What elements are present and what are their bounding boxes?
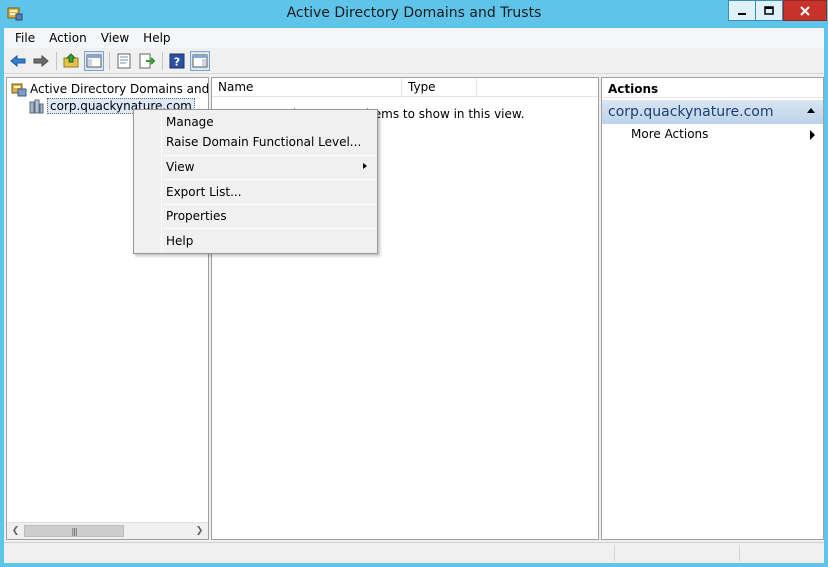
menu-action[interactable]: Action bbox=[42, 28, 94, 48]
context-menu-export-list[interactable]: Export List... bbox=[166, 182, 242, 202]
help-button[interactable]: ? bbox=[167, 51, 187, 71]
help-icon: ? bbox=[169, 53, 185, 68]
context-menu-raise-domain-functional-level[interactable]: Raise Domain Functional Level... bbox=[166, 132, 361, 152]
status-segment bbox=[614, 545, 739, 562]
menu-view[interactable]: View bbox=[94, 28, 136, 48]
close-button[interactable] bbox=[783, 0, 827, 21]
scroll-left-icon[interactable]: ❮ bbox=[7, 523, 24, 539]
show-hide-action-pane-button[interactable] bbox=[190, 50, 210, 71]
tree-root-label: Active Directory Domains and Trust bbox=[30, 82, 209, 96]
toolbar-separator bbox=[162, 51, 163, 70]
context-menu-help[interactable]: Help bbox=[166, 231, 193, 251]
toolbar-separator bbox=[109, 51, 110, 70]
list-header: Name Type bbox=[212, 78, 598, 97]
minimize-button[interactable] bbox=[728, 0, 756, 21]
context-menu-separator bbox=[164, 179, 375, 180]
collapse-arrow-icon[interactable] bbox=[807, 108, 815, 113]
menu-file[interactable]: File bbox=[8, 28, 42, 48]
export-list-button[interactable] bbox=[137, 51, 157, 71]
actions-section-label: corp.quackynature.com bbox=[608, 104, 774, 120]
more-actions-item[interactable]: More Actions bbox=[631, 127, 708, 141]
context-menu-separator bbox=[164, 155, 375, 156]
submenu-arrow-icon bbox=[363, 163, 367, 169]
maximize-icon bbox=[764, 5, 774, 15]
menu-help[interactable]: Help bbox=[136, 28, 177, 48]
context-menu-view[interactable]: View bbox=[166, 157, 194, 177]
context-menu-manage[interactable]: Manage bbox=[166, 112, 214, 132]
window-title: Active Directory Domains and Trusts bbox=[286, 5, 542, 21]
back-icon bbox=[10, 54, 26, 67]
forward-icon bbox=[33, 54, 49, 67]
scroll-right-icon[interactable]: ❯ bbox=[191, 523, 208, 539]
menu-bar: File Action View Help bbox=[4, 28, 824, 48]
up-one-level-button[interactable] bbox=[61, 51, 81, 71]
status-segment bbox=[739, 545, 824, 562]
export-list-icon bbox=[139, 53, 155, 68]
tree-item-root[interactable]: Active Directory Domains and Trust bbox=[11, 80, 209, 98]
scrollbar-thumb[interactable]: ||| bbox=[24, 525, 124, 537]
up-folder-icon bbox=[63, 52, 79, 67]
show-hide-console-tree-icon bbox=[86, 54, 102, 67]
context-menu-separator bbox=[164, 228, 375, 229]
properties-button[interactable] bbox=[114, 51, 134, 71]
properties-icon bbox=[117, 53, 131, 68]
show-hide-action-pane-icon bbox=[192, 54, 208, 67]
show-hide-console-tree-button[interactable] bbox=[84, 50, 104, 71]
domain-icon bbox=[29, 99, 44, 114]
forward-button[interactable] bbox=[31, 51, 51, 71]
context-menu-gutter bbox=[161, 112, 162, 251]
context-menu-properties[interactable]: Properties bbox=[166, 206, 227, 226]
svg-text:?: ? bbox=[174, 55, 180, 68]
status-bar bbox=[4, 542, 824, 563]
close-icon bbox=[800, 5, 810, 16]
maximize-button[interactable] bbox=[755, 0, 783, 21]
column-header-name[interactable]: Name bbox=[212, 78, 402, 97]
domains-trusts-icon bbox=[11, 83, 27, 97]
submenu-arrow-icon bbox=[810, 130, 815, 140]
client-area: File Action View Help ? Active Directory… bbox=[4, 28, 824, 563]
app-window: Active Directory Domains and Trusts File… bbox=[0, 0, 828, 567]
column-header-type[interactable]: Type bbox=[402, 78, 477, 97]
toolbar-separator bbox=[56, 51, 57, 70]
back-button[interactable] bbox=[8, 51, 28, 71]
horizontal-scrollbar[interactable]: ❮ ||| ❯ bbox=[7, 522, 208, 539]
context-menu: Manage Raise Domain Functional Level... … bbox=[133, 109, 378, 254]
actions-pane: Actions corp.quackynature.com More Actio… bbox=[601, 77, 824, 540]
toolbar: ? bbox=[4, 48, 824, 74]
title-bar[interactable]: Active Directory Domains and Trusts bbox=[0, 0, 828, 28]
actions-section-header[interactable]: corp.quackynature.com bbox=[602, 100, 823, 124]
minimize-icon bbox=[738, 12, 746, 15]
actions-title: Actions bbox=[602, 78, 823, 98]
context-menu-separator bbox=[164, 204, 375, 205]
